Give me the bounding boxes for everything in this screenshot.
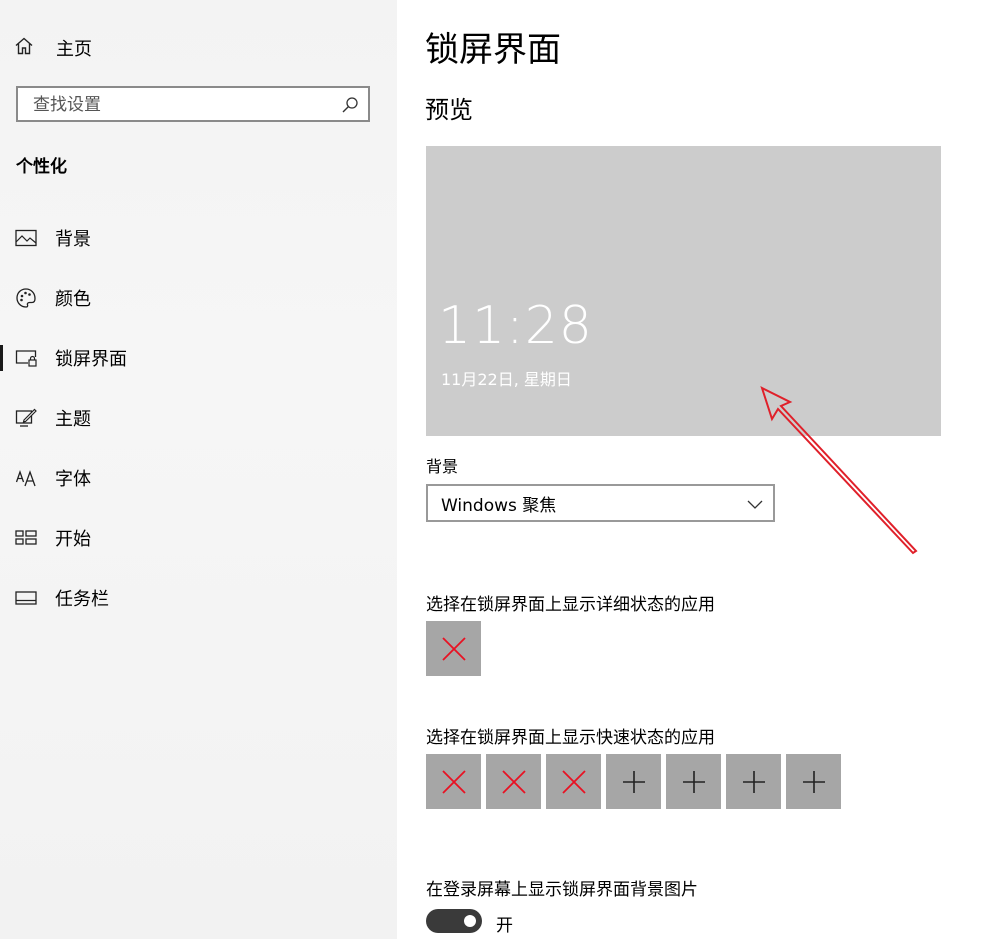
add-icon [682, 770, 705, 793]
preview-date: 11月22日, 星期日 [441, 370, 572, 389]
none-icon [561, 769, 586, 794]
search-input[interactable] [31, 88, 335, 122]
quick-status-label: 选择在锁屏界面上显示快速状态的应用 [426, 728, 715, 748]
search-icon[interactable] [341, 96, 359, 118]
sidebar-item-taskbar[interactable]: 任务栏 [0, 576, 397, 620]
home-icon [14, 36, 34, 60]
sidebar-item-label: 任务栏 [55, 589, 109, 610]
sidebar-item-themes[interactable]: 主题 [0, 396, 397, 440]
background-dropdown[interactable]: Windows 聚焦 [426, 484, 775, 522]
sidebar-item-label: 颜色 [55, 289, 91, 310]
add-icon [802, 770, 825, 793]
sidebar-item-label: 锁屏界面 [55, 349, 127, 370]
page-title: 锁屏界面 [425, 30, 561, 70]
quick-status-app-slot[interactable] [726, 754, 781, 809]
quick-status-app-slot[interactable] [666, 754, 721, 809]
home-nav-item[interactable]: 主页 [14, 30, 374, 66]
background-label: 背景 [426, 457, 459, 476]
none-icon [501, 769, 526, 794]
picture-icon [15, 227, 37, 249]
add-icon [622, 770, 645, 793]
detailed-status-label: 选择在锁屏界面上显示详细状态的应用 [426, 595, 715, 615]
quick-status-app-slot[interactable] [606, 754, 661, 809]
none-icon [441, 636, 466, 661]
sidebar-item-label: 背景 [55, 229, 91, 250]
sidebar: 主页 个性化 背景 颜色 锁屏界面 主题 字体 [0, 0, 397, 939]
sidebar-item-label: 主题 [55, 409, 91, 430]
font-icon [15, 467, 37, 489]
background-dropdown-value: Windows 聚焦 [441, 495, 557, 516]
toggle-knob [464, 915, 476, 927]
main-content: 锁屏界面 预览 11:28 11月22日, 星期日 背景 Windows 聚焦 … [397, 0, 1000, 939]
preview-clock: 11:28 [438, 296, 593, 356]
sidebar-item-label: 字体 [55, 469, 91, 490]
signin-background-toggle[interactable] [426, 909, 482, 933]
sidebar-item-colors[interactable]: 颜色 [0, 276, 397, 320]
home-label: 主页 [56, 39, 92, 60]
toggle-state-label: 开 [496, 916, 513, 936]
sidebar-item-label: 开始 [55, 529, 91, 550]
sidebar-item-background[interactable]: 背景 [0, 216, 397, 260]
sidebar-item-fonts[interactable]: 字体 [0, 456, 397, 500]
quick-status-app-slot[interactable] [546, 754, 601, 809]
add-icon [742, 770, 765, 793]
sidebar-item-lock-screen[interactable]: 锁屏界面 [0, 336, 397, 380]
quick-status-app-slot[interactable] [786, 754, 841, 809]
section-title: 个性化 [16, 157, 67, 177]
theme-icon [15, 407, 37, 429]
sidebar-item-start[interactable]: 开始 [0, 516, 397, 560]
search-box [16, 86, 370, 122]
start-icon [15, 527, 37, 549]
quick-status-app-slot[interactable] [426, 754, 481, 809]
lock-screen-preview: 11:28 11月22日, 星期日 [426, 146, 941, 436]
preview-heading: 预览 [425, 96, 473, 124]
palette-icon [15, 287, 37, 309]
taskbar-icon [15, 587, 37, 609]
signin-background-label: 在登录屏幕上显示锁屏界面背景图片 [426, 880, 698, 900]
none-icon [441, 769, 466, 794]
chevron-down-icon [747, 496, 763, 515]
quick-status-app-slot[interactable] [486, 754, 541, 809]
lock-screen-icon [15, 347, 37, 369]
detailed-status-app-slot[interactable] [426, 621, 481, 676]
